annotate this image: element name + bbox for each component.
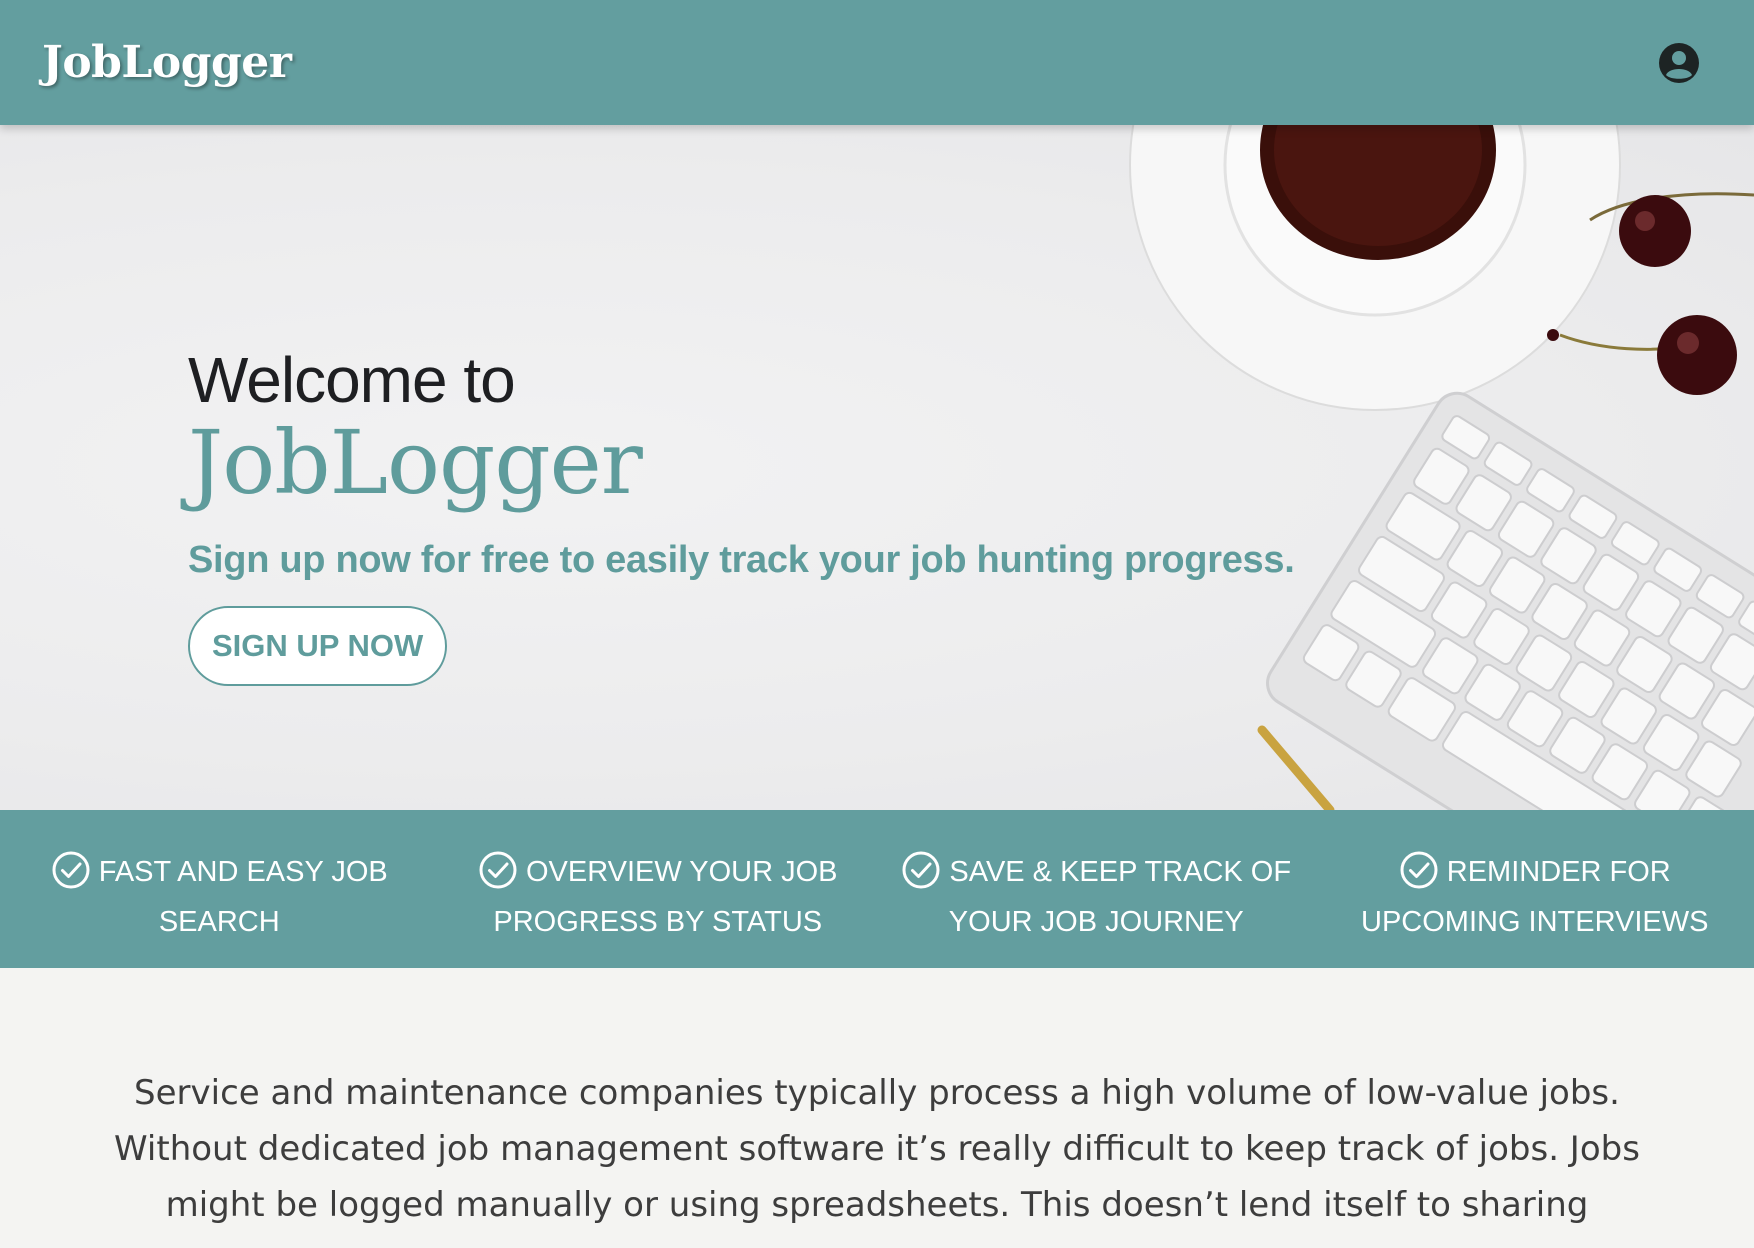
feature-line-1: OVERVIEW YOUR JOB	[525, 856, 838, 888]
hero-section: Welcome to JobLogger Sign up now for fre…	[0, 125, 1754, 810]
feature-line-1: SAVE & KEEP TRACK OF	[949, 856, 1292, 888]
feature-line-2: UPCOMING INTERVIEWS	[1361, 906, 1709, 938]
account-circle-icon[interactable]	[1658, 42, 1700, 84]
feature-line-1: REMINDER FOR	[1446, 856, 1671, 888]
sign-up-now-button[interactable]: SIGN UP NOW	[188, 606, 448, 686]
intro-paragraph: Service and maintenance companies typica…	[100, 1065, 1654, 1233]
top-navbar: JobLogger	[0, 0, 1754, 125]
logo-brand[interactable]: JobLogger	[42, 37, 292, 88]
feature-line-2: YOUR JOB JOURNEY	[948, 906, 1244, 938]
feature-item: REMINDER FOR UPCOMING INTERVIEWS	[1316, 810, 1754, 968]
feature-line-2: PROGRESS BY STATUS	[493, 906, 823, 938]
hero-brand-title: JobLogger	[188, 411, 643, 514]
intro-line: Without dedicated job management softwar…	[114, 1129, 1640, 1169]
feature-line-1: FAST AND EASY JOB	[98, 856, 388, 888]
hero-text-block: Welcome to JobLogger Sign up now for fre…	[188, 344, 1295, 686]
check-circle-icon	[479, 851, 517, 889]
check-circle-icon	[1400, 851, 1438, 889]
check-circle-icon	[902, 851, 940, 889]
features-strip: FAST AND EASY JOB SEARCH OVERVIEW YOUR J…	[0, 810, 1754, 968]
intro-line: Service and maintenance companies typica…	[134, 1073, 1620, 1113]
feature-item: OVERVIEW YOUR JOB PROGRESS BY STATUS	[439, 810, 878, 968]
intro-line: might be logged manually or using spread…	[165, 1185, 1589, 1225]
feature-item: SAVE & KEEP TRACK OF YOUR JOB JOURNEY	[877, 810, 1316, 968]
feature-line-2: SEARCH	[158, 906, 280, 938]
feature-item: FAST AND EASY JOB SEARCH	[0, 810, 439, 968]
check-circle-icon	[52, 851, 90, 889]
welcome-heading: Welcome to	[188, 344, 516, 416]
hero-tagline: Sign up now for free to easily track you…	[188, 539, 1295, 581]
